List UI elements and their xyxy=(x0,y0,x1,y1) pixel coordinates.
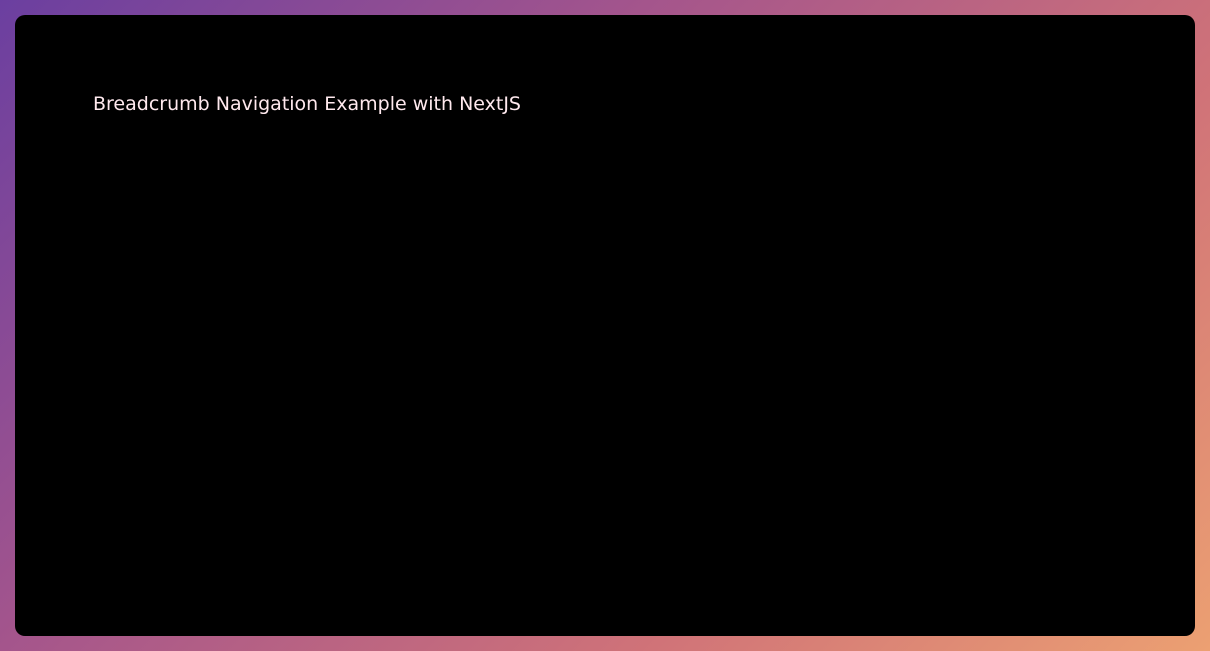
app-window: Breadcrumb Navigation Example with NextJ… xyxy=(15,15,1195,636)
page-title: Breadcrumb Navigation Example with NextJ… xyxy=(93,93,521,115)
